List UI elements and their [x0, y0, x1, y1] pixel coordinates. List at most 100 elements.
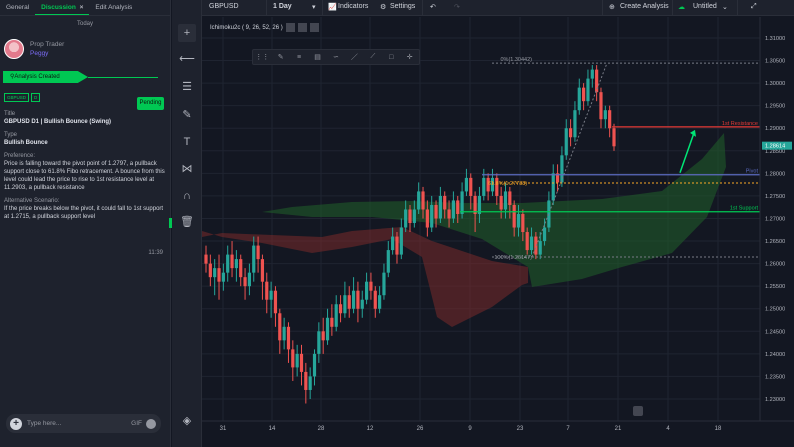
- candle-body: [364, 281, 369, 300]
- plus-icon[interactable]: +: [10, 417, 22, 430]
- tab-general[interactable]: General: [0, 0, 35, 15]
- candle-body: [208, 263, 212, 278]
- magnet-icon[interactable]: ∩: [178, 187, 196, 205]
- settings-button[interactable]: Settings: [390, 3, 415, 10]
- crosshair-icon[interactable]: ✛: [401, 53, 419, 61]
- preference-text: Price is falling toward the pivot point …: [4, 161, 165, 191]
- candle-body: [378, 295, 382, 309]
- price-chart[interactable]: 0%(1.30442) 61.8%(1.27788) 100%(1.26147) 1s…: [202, 17, 794, 447]
- candle-body: [230, 254, 234, 269]
- emoji-icon[interactable]: [146, 418, 156, 429]
- candle-body: [408, 209, 412, 224]
- fill-icon[interactable]: ▤: [308, 53, 326, 61]
- horizontal-lines-icon[interactable]: ☰: [178, 78, 196, 96]
- message-input[interactable]: + Type here... GIF: [6, 414, 161, 433]
- candle-body: [568, 128, 573, 138]
- crosshair-icon[interactable]: +: [178, 24, 196, 42]
- pattern-icon[interactable]: ⋈: [178, 160, 196, 178]
- candle-body: [482, 177, 486, 196]
- title-label: Title: [4, 111, 16, 117]
- eye-icon[interactable]: [285, 23, 295, 32]
- alternative-text: If the price breaks below the pivot, it …: [4, 206, 164, 220]
- indicator-legend: Ichimoku2c ( 9, 26, 52, 26 ): [210, 23, 319, 32]
- tab-edit-analysis[interactable]: Edit Analysis: [89, 0, 138, 15]
- redo-icon[interactable]: ↷: [454, 3, 460, 11]
- drawing-toolbar: + ⟵ ☰ ✎ T ⋈ ∩ 🗑 ◈: [172, 0, 202, 447]
- layout-name-button[interactable]: Untitled: [693, 3, 717, 10]
- author-name[interactable]: Peggy: [30, 49, 64, 58]
- pen-icon[interactable]: ✎: [271, 53, 289, 61]
- text-icon[interactable]: T: [178, 133, 196, 151]
- candle-body: [351, 290, 356, 309]
- candle-body: [343, 295, 347, 314]
- square-icon[interactable]: □: [382, 54, 400, 61]
- candle-body: [204, 254, 208, 264]
- fullscreen-icon[interactable]: ⤢: [751, 3, 757, 11]
- trash-icon[interactable]: 🗑: [178, 213, 196, 231]
- tab-discussion-label: Discussion: [41, 4, 76, 11]
- close-icon[interactable]: [309, 23, 319, 32]
- candle-body: [534, 236, 538, 255]
- candle-body: [217, 268, 221, 282]
- analysis-created-label: Analysis Created: [14, 74, 60, 80]
- tab-discussion[interactable]: Discussion ×: [35, 0, 90, 15]
- chart-canvas[interactable]: 0%(1.30442) 61.8%(1.27788) 100%(1.26147) 1s…: [202, 17, 794, 447]
- message-input-placeholder[interactable]: Type here...: [27, 420, 61, 427]
- candle-body: [247, 272, 252, 287]
- price-tick-label: 1.25500: [765, 284, 785, 290]
- candle-body: [239, 259, 243, 278]
- price-tick-label: 1.28000: [765, 171, 785, 177]
- candle-body: [508, 191, 512, 205]
- time-tick-label: 14: [269, 426, 276, 432]
- interval-select[interactable]: 1 Day: [273, 3, 292, 10]
- fib-100-label: 100%(1.26147): [494, 255, 532, 261]
- candle-body: [586, 78, 590, 102]
- line-style-icon[interactable]: ⟋: [364, 53, 382, 61]
- settings-icon[interactable]: [297, 23, 307, 32]
- indicators-button[interactable]: Indicators: [338, 3, 368, 10]
- status-badge[interactable]: Pending: [137, 97, 164, 110]
- time-tick-label: 18: [715, 426, 722, 432]
- avatar[interactable]: [4, 39, 24, 59]
- symbol-search[interactable]: GBPUSD: [209, 3, 239, 10]
- panel-tabs: General Discussion × Edit Analysis: [0, 0, 170, 16]
- chevron-down-icon[interactable]: ▾: [312, 3, 316, 11]
- close-icon[interactable]: ×: [80, 4, 84, 11]
- candle-body: [265, 281, 269, 300]
- lines-icon[interactable]: ≡: [290, 54, 308, 61]
- price-tick-label: 1.30500: [765, 59, 785, 65]
- brush-icon[interactable]: ✎: [178, 106, 196, 124]
- candle-body: [456, 200, 460, 214]
- price-tick-label: 1.29500: [765, 104, 785, 110]
- candle-body: [499, 195, 503, 210]
- alternative-label: Alternative Scenario:: [4, 198, 60, 204]
- message-author: Prop Trader Peggy: [4, 39, 170, 59]
- candle-body: [512, 204, 516, 228]
- create-analysis-button[interactable]: Create Analysis: [620, 3, 669, 10]
- curve-icon[interactable]: ∽: [327, 53, 345, 61]
- candle-body: [577, 87, 581, 111]
- type-label: Type: [4, 132, 18, 138]
- chevron-down-icon[interactable]: ⌄: [722, 3, 728, 11]
- candle-body: [404, 209, 408, 228]
- drag-handle-icon[interactable]: ⋮⋮: [253, 53, 271, 61]
- candle-body: [260, 259, 265, 282]
- candle-body: [226, 254, 230, 273]
- candle-body: [438, 195, 442, 219]
- candle-body: [503, 191, 508, 210]
- undo-icon[interactable]: ↶: [430, 3, 436, 11]
- candle-body: [421, 191, 425, 210]
- candle-body: [542, 227, 547, 242]
- candle-body: [312, 353, 317, 377]
- price-tick-label: 1.24500: [765, 329, 785, 335]
- projection-arrow: [679, 132, 695, 173]
- price-tick-label: 1.27500: [765, 194, 785, 200]
- candle-body: [612, 128, 616, 147]
- candle-body: [469, 177, 473, 196]
- layers-icon[interactable]: ◈: [178, 412, 196, 430]
- preference-label: Preference:: [4, 153, 36, 159]
- line-icon[interactable]: ／: [345, 52, 363, 62]
- candle-body: [590, 69, 594, 79]
- gif-button[interactable]: GIF: [131, 420, 142, 427]
- trend-line-icon[interactable]: ⟵: [178, 50, 196, 68]
